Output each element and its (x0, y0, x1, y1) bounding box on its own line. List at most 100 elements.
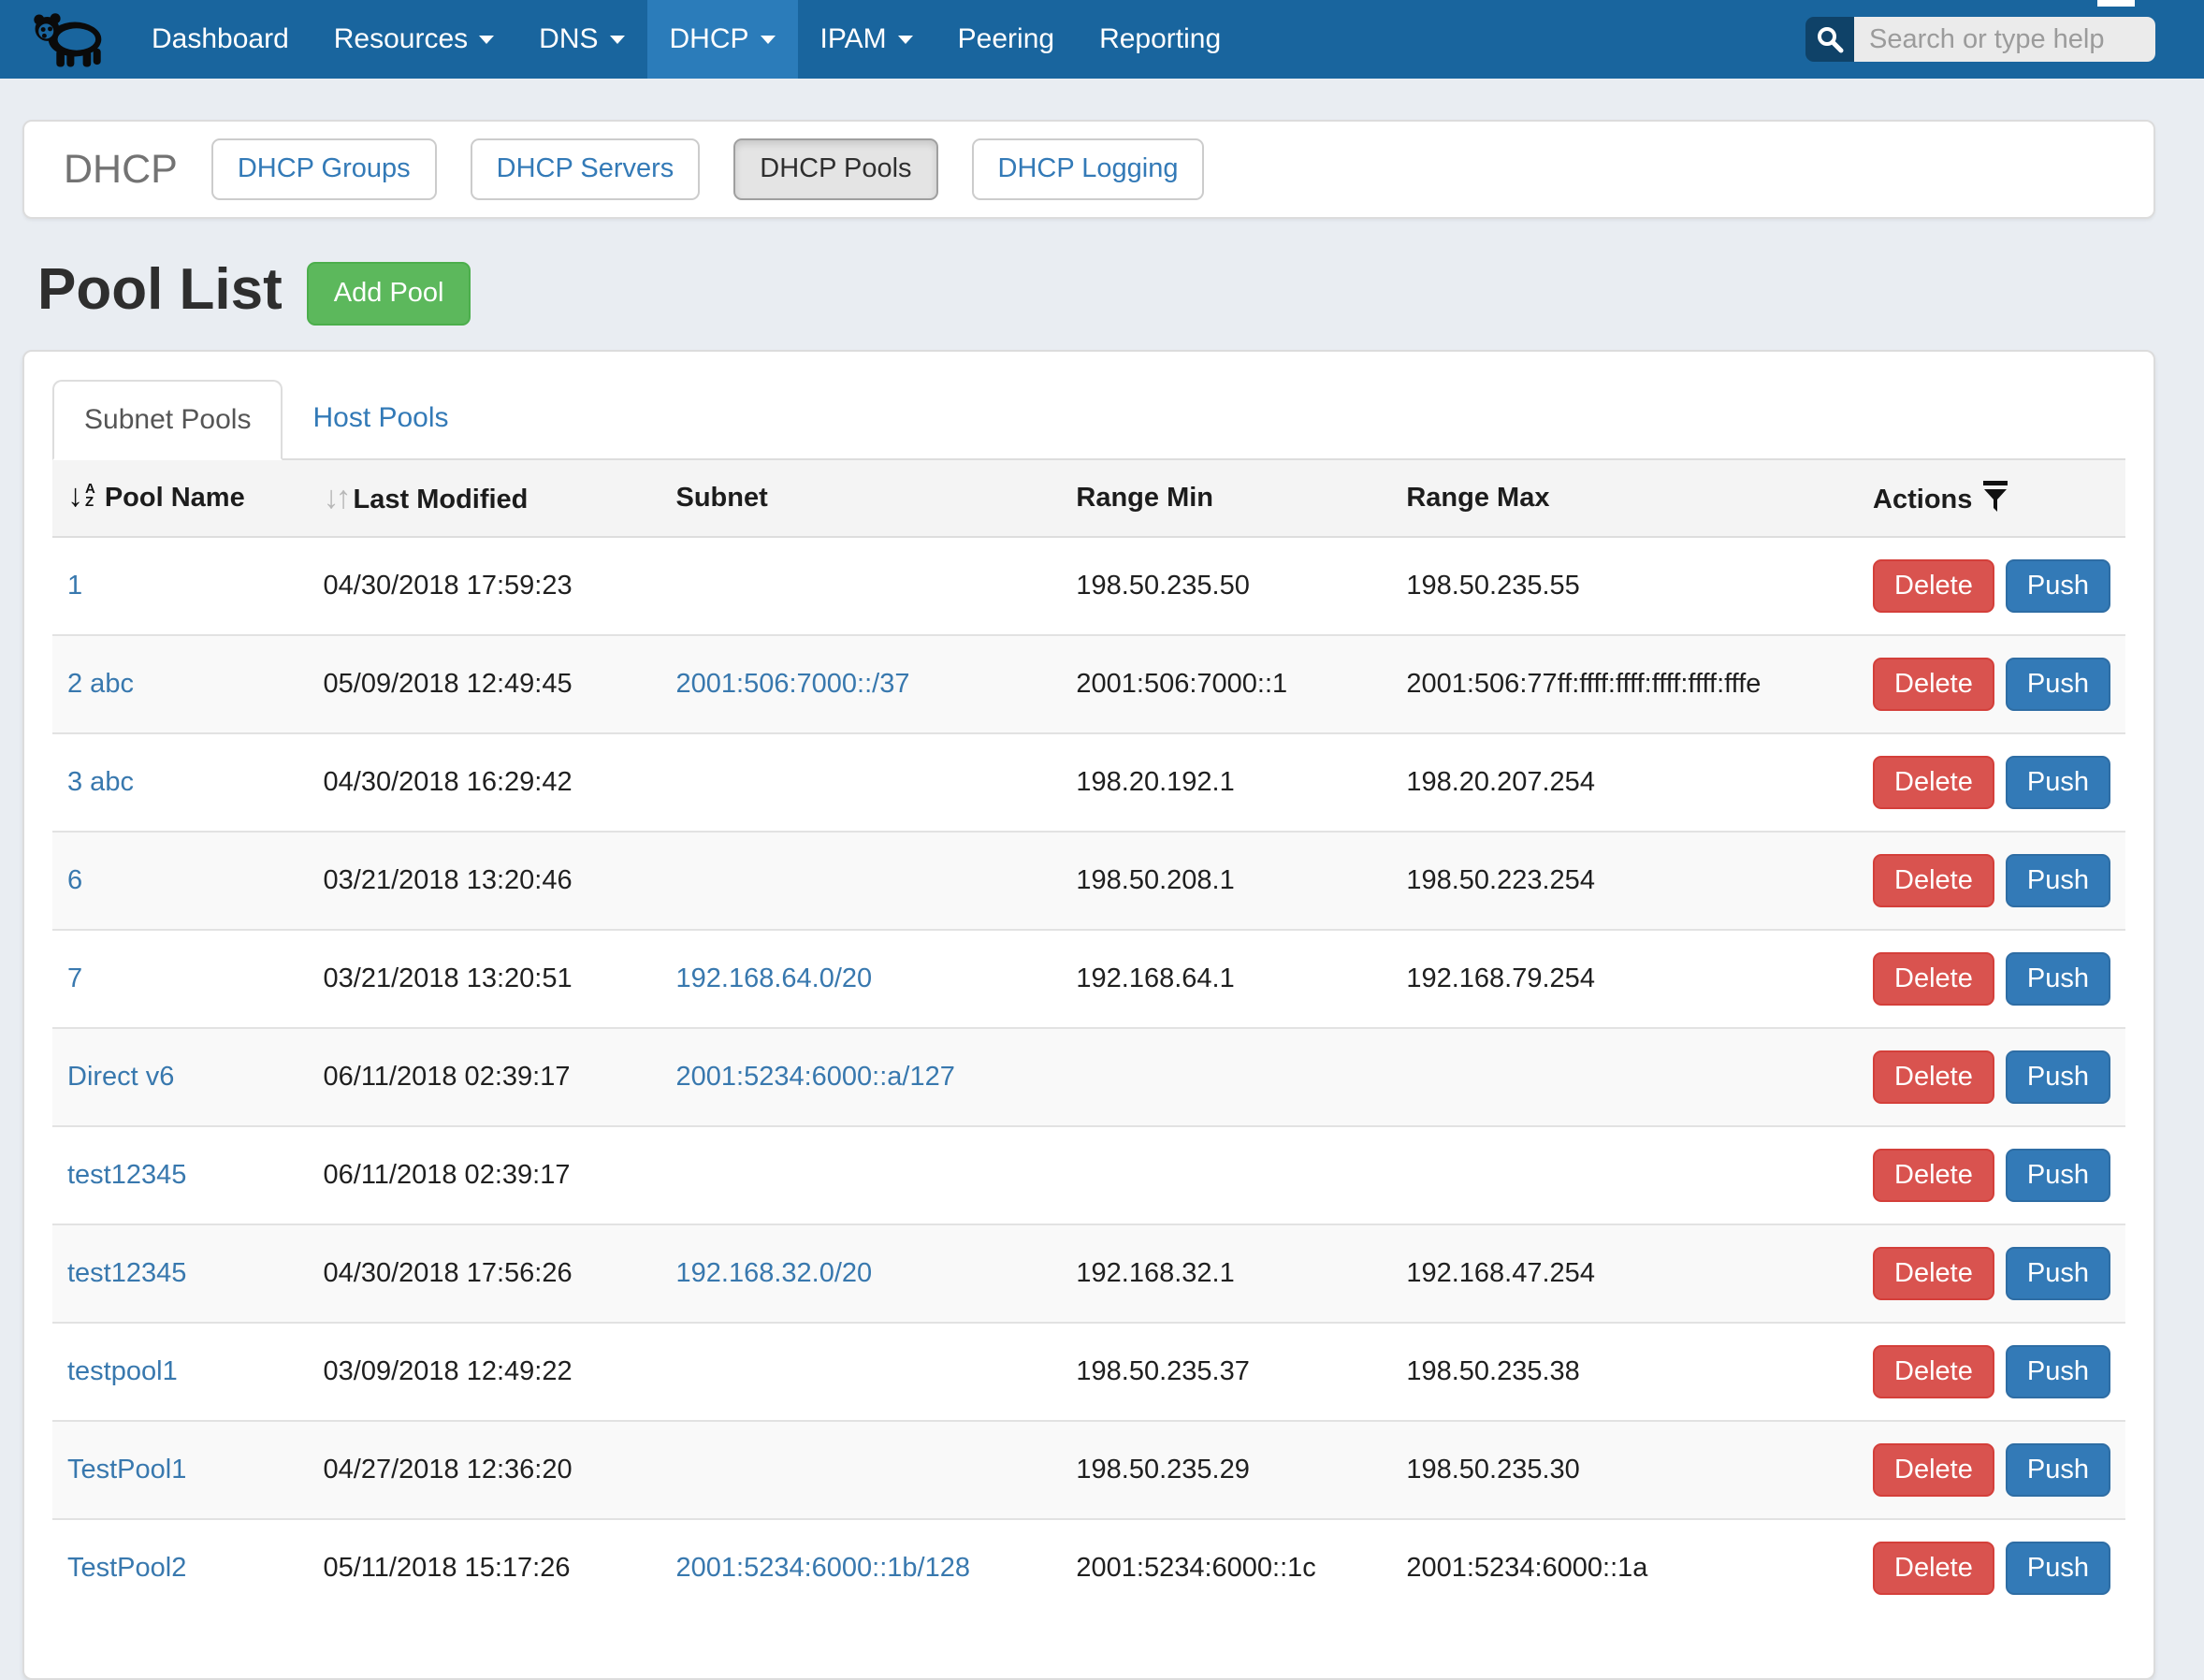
nav-item-resources[interactable]: Resources (312, 0, 516, 79)
dhcp-subnav-buttons: DHCP Groups DHCP Servers DHCP Pools DHCP Lo… (211, 138, 1205, 200)
subnet-link[interactable]: 2001:506:7000::/37 (676, 669, 910, 699)
pool-name-link[interactable]: testpool1 (67, 1356, 178, 1386)
tab-subnet-pools[interactable]: Subnet Pools (52, 380, 283, 460)
last-modified-cell: 04/30/2018 17:56:26 (309, 1224, 661, 1323)
range-min-cell: 192.168.32.1 (1061, 1224, 1391, 1323)
col-subnet: Subnet (661, 460, 1062, 537)
push-button[interactable]: Push (2006, 1247, 2110, 1300)
page-head: Pool List Add Pool (37, 254, 2155, 326)
delete-button[interactable]: Delete (1873, 1542, 1994, 1595)
subnet-link[interactable]: 2001:5234:6000::a/127 (676, 1062, 955, 1092)
delete-button[interactable]: Delete (1873, 1443, 1994, 1497)
pool-name-link[interactable]: TestPool1 (67, 1455, 186, 1484)
pool-name-link[interactable]: 3 abc (67, 767, 134, 797)
nav-item-peering[interactable]: Peering (935, 0, 1077, 79)
push-button[interactable]: Push (2006, 952, 2110, 1006)
last-modified-cell: 04/30/2018 17:59:23 (309, 537, 661, 635)
pool-name-cell: test12345 (52, 1126, 309, 1224)
pool-name-cell: testpool1 (52, 1323, 309, 1421)
col-last-modified[interactable]: ↓↑Last Modified (309, 460, 661, 537)
pool-name-link[interactable]: 6 (67, 865, 82, 895)
sort-icon: ↓↑ (324, 480, 348, 515)
table-row: 104/30/2018 17:59:23198.50.235.50198.50.… (52, 537, 2125, 635)
dhcp-logging-button[interactable]: DHCP Logging (972, 138, 1205, 200)
range-min-cell: 198.50.235.50 (1061, 537, 1391, 635)
nav-item-reporting[interactable]: Reporting (1077, 0, 1243, 79)
dhcp-groups-button[interactable]: DHCP Groups (211, 138, 437, 200)
last-modified-cell: 06/11/2018 02:39:17 (309, 1028, 661, 1126)
subnet-cell (661, 1126, 1062, 1224)
push-button[interactable]: Push (2006, 1443, 2110, 1497)
push-button[interactable]: Push (2006, 1345, 2110, 1398)
navbar-search (1805, 17, 2155, 62)
nav-item-dhcp[interactable]: DHCP (647, 0, 798, 79)
nav-item-dashboard[interactable]: Dashboard (129, 0, 312, 79)
nav-item-dns[interactable]: DNS (516, 0, 646, 79)
col-subnet-label: Subnet (676, 483, 768, 513)
pool-name-link[interactable]: test12345 (67, 1258, 186, 1288)
subnet-cell (661, 1421, 1062, 1519)
delete-button[interactable]: Delete (1873, 658, 1994, 711)
dhcp-pools-button[interactable]: DHCP Pools (733, 138, 937, 200)
delete-button[interactable]: Delete (1873, 854, 1994, 907)
pool-name-cell: 3 abc (52, 733, 309, 832)
col-pool-name[interactable]: ↓AZPool Name (52, 460, 309, 537)
push-button[interactable]: Push (2006, 1050, 2110, 1104)
last-modified-cell: 03/21/2018 13:20:46 (309, 832, 661, 930)
range-max-cell: 198.50.235.30 (1391, 1421, 1858, 1519)
pool-table: ↓AZPool Name ↓↑Last Modified Subnet Rang… (52, 460, 2125, 1616)
delete-button[interactable]: Delete (1873, 1345, 1994, 1398)
subnet-link[interactable]: 192.168.64.0/20 (676, 963, 873, 993)
subnet-link[interactable]: 192.168.32.0/20 (676, 1258, 873, 1288)
nav-item-label: DNS (539, 23, 598, 55)
push-button[interactable]: Push (2006, 1149, 2110, 1202)
delete-button[interactable]: Delete (1873, 559, 1994, 613)
pool-name-link[interactable]: 2 abc (67, 669, 134, 699)
last-modified-cell: 03/09/2018 12:49:22 (309, 1323, 661, 1421)
subnet-link[interactable]: 2001:5234:6000::1b/128 (676, 1553, 970, 1583)
push-button[interactable]: Push (2006, 658, 2110, 711)
app-logo[interactable] (0, 0, 129, 79)
last-modified-cell: 04/30/2018 16:29:42 (309, 733, 661, 832)
push-button[interactable]: Push (2006, 1542, 2110, 1595)
delete-button[interactable]: Delete (1873, 1149, 1994, 1202)
delete-button[interactable]: Delete (1873, 1247, 1994, 1300)
top-edge-artifact (2097, 0, 2135, 7)
delete-button[interactable]: Delete (1873, 952, 1994, 1006)
range-max-cell: 198.50.223.254 (1391, 832, 1858, 930)
last-modified-cell: 04/27/2018 12:36:20 (309, 1421, 661, 1519)
range-min-cell: 198.50.235.29 (1061, 1421, 1391, 1519)
filter-icon[interactable] (1983, 481, 2008, 512)
pool-name-link[interactable]: Direct v6 (67, 1062, 174, 1092)
push-button[interactable]: Push (2006, 559, 2110, 613)
table-row: testpool103/09/2018 12:49:22198.50.235.3… (52, 1323, 2125, 1421)
search-input[interactable] (1854, 17, 2155, 62)
push-button[interactable]: Push (2006, 756, 2110, 809)
pool-tabs: Subnet PoolsHost Pools (52, 380, 2125, 460)
push-button[interactable]: Push (2006, 854, 2110, 907)
add-pool-button[interactable]: Add Pool (307, 262, 471, 326)
pool-name-cell: 1 (52, 537, 309, 635)
chevron-down-icon (610, 36, 625, 44)
col-pool-name-label: Pool Name (105, 483, 245, 513)
pool-table-body: 1 04/30/2018 17:59:23 198.50.235.50 198.50.… (52, 537, 2125, 1616)
tab-host-pools[interactable]: Host Pools (283, 380, 478, 460)
pool-name-link[interactable]: TestPool2 (67, 1553, 186, 1583)
range-min-cell: 2001:506:7000::1 (1061, 635, 1391, 733)
actions-cell: DeletePush (1858, 1028, 2125, 1126)
pool-name-link[interactable]: test12345 (67, 1160, 186, 1190)
pool-name-link[interactable]: 7 (67, 963, 82, 993)
nav-item-label: DHCP (670, 23, 749, 55)
pool-name-cell: 2 abc (52, 635, 309, 733)
delete-button[interactable]: Delete (1873, 756, 1994, 809)
range-max-cell (1391, 1028, 1858, 1126)
col-actions-label: Actions (1873, 485, 1972, 514)
subnet-cell (661, 1323, 1062, 1421)
search-button[interactable] (1805, 17, 1854, 62)
pool-name-link[interactable]: 1 (67, 571, 82, 601)
range-max-cell (1391, 1126, 1858, 1224)
nav-item-ipam[interactable]: IPAM (798, 0, 935, 79)
actions-cell: DeletePush (1858, 1519, 2125, 1616)
delete-button[interactable]: Delete (1873, 1050, 1994, 1104)
dhcp-servers-button[interactable]: DHCP Servers (471, 138, 701, 200)
